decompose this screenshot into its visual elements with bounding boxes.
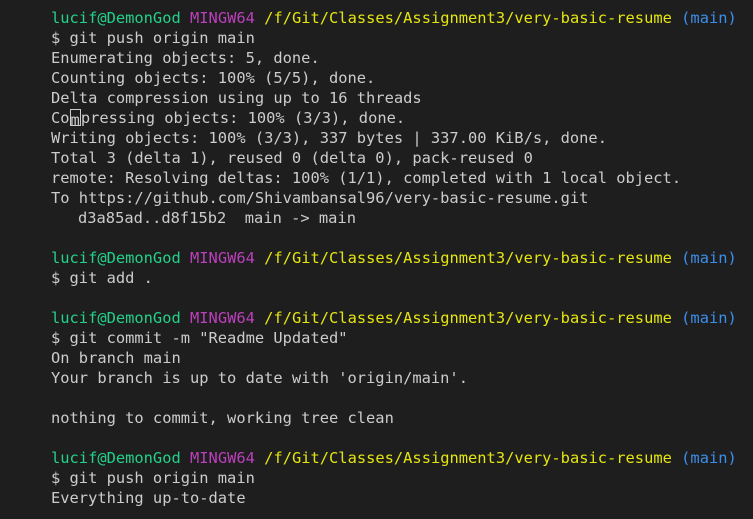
- prompt-path: /f/Git/Classes/Assignment3/very-basic-re…: [264, 249, 672, 267]
- prompt-branch: (main): [681, 9, 737, 27]
- prompt-line: lucif@DemonGod MINGW64 /f/Git/Classes/As…: [51, 308, 753, 328]
- output-line: Writing objects: 100% (3/3), 337 bytes |…: [51, 129, 607, 147]
- prompt-line: lucif@DemonGod MINGW64 /f/Git/Classes/As…: [51, 8, 753, 28]
- output-text: Co: [51, 109, 70, 127]
- output-text: pressing objects: 100% (3/3), done.: [80, 109, 406, 127]
- output-line: Compressing objects: 100% (3/3), done.: [51, 108, 753, 129]
- prompt-branch: (main): [681, 449, 737, 467]
- output-line: On branch main: [51, 349, 181, 367]
- text-cursor: m: [69, 109, 81, 129]
- prompt-user: lucif@DemonGod: [51, 249, 181, 267]
- prompt-path: /f/Git/Classes/Assignment3/very-basic-re…: [264, 9, 672, 27]
- output-line: Delta compression using up to 16 threads: [51, 89, 422, 107]
- prompt-user: lucif@DemonGod: [51, 9, 181, 27]
- output-line: Total 3 (delta 1), reused 0 (delta 0), p…: [51, 149, 533, 167]
- output-line: Counting objects: 100% (5/5), done.: [51, 69, 376, 87]
- prompt-user: lucif@DemonGod: [51, 309, 181, 327]
- command-line: $ git commit -m "Readme Updated": [51, 329, 348, 347]
- prompt-line: lucif@DemonGod MINGW64 /f/Git/Classes/As…: [51, 248, 753, 268]
- prompt-branch: (main): [681, 309, 737, 327]
- output-line: Enumerating objects: 5, done.: [51, 49, 320, 67]
- output-line: nothing to commit, working tree clean: [51, 409, 394, 427]
- output-line: Your branch is up to date with 'origin/m…: [51, 369, 468, 387]
- prompt-system: MINGW64: [190, 9, 255, 27]
- prompt-line: lucif@DemonGod MINGW64 /f/Git/Classes/As…: [51, 448, 753, 468]
- prompt-system: MINGW64: [190, 449, 255, 467]
- output-line: remote: Resolving deltas: 100% (1/1), co…: [51, 169, 682, 187]
- command-line: $ git add .: [51, 269, 153, 287]
- prompt-branch: (main): [681, 249, 737, 267]
- output-line: To https://github.com/Shivambansal96/ver…: [51, 189, 589, 207]
- command-line: $ git push origin main: [51, 29, 255, 47]
- prompt-path: /f/Git/Classes/Assignment3/very-basic-re…: [264, 309, 672, 327]
- prompt-system: MINGW64: [190, 249, 255, 267]
- output-line: d3a85ad..d8f15b2 main -> main: [78, 209, 356, 227]
- prompt-system: MINGW64: [190, 309, 255, 327]
- output-line: Everything up-to-date: [51, 489, 246, 507]
- terminal-window[interactable]: lucif@DemonGod MINGW64 /f/Git/Classes/As…: [0, 0, 753, 519]
- prompt-user: lucif@DemonGod: [51, 449, 181, 467]
- command-line: $ git push origin main: [51, 469, 255, 487]
- prompt-path: /f/Git/Classes/Assignment3/very-basic-re…: [264, 449, 672, 467]
